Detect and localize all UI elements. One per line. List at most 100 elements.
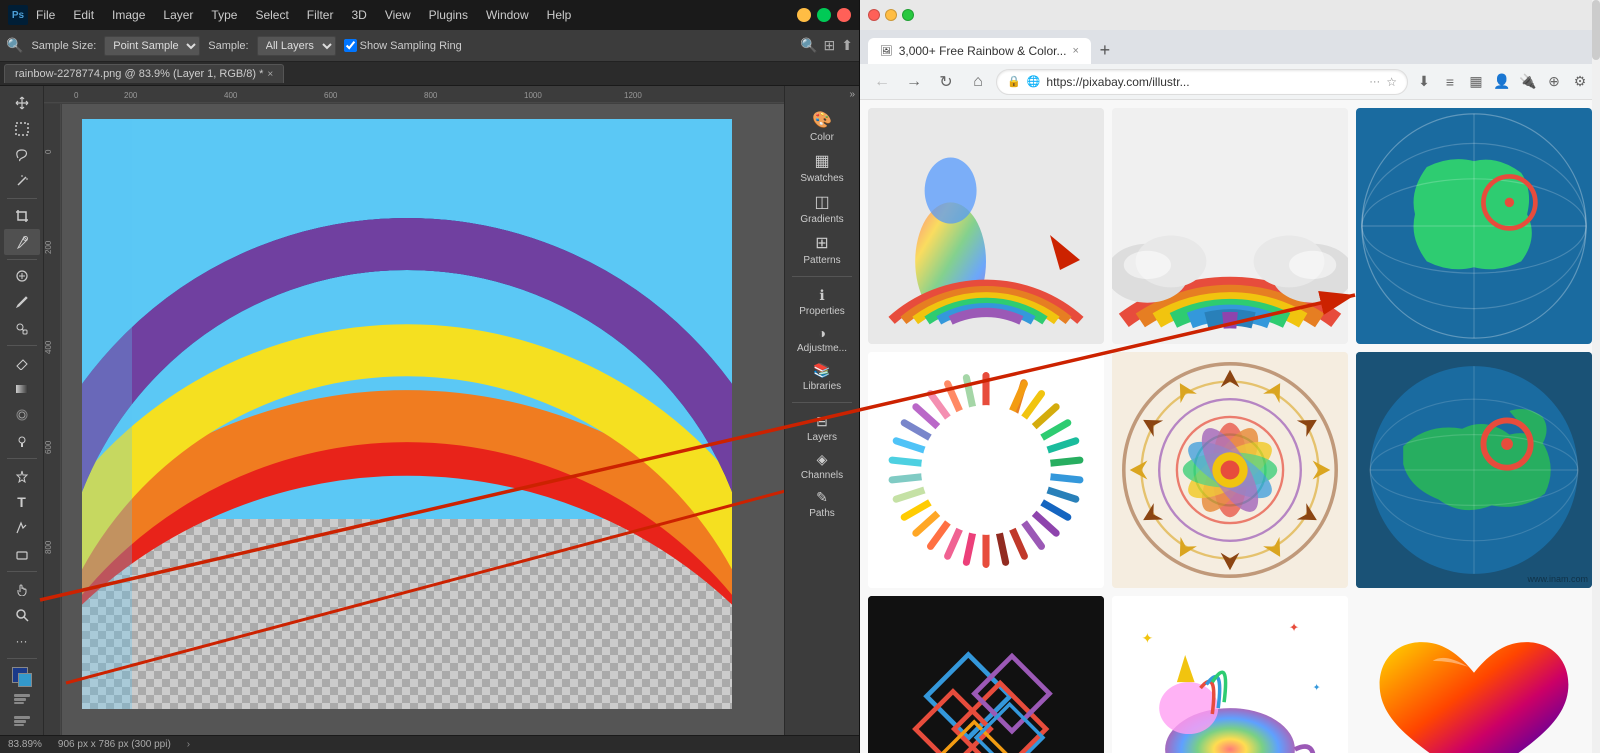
menu-file[interactable]: File [36,8,55,22]
move-tool-button[interactable] [4,90,40,115]
refresh-button[interactable]: ↻ [932,68,960,96]
ps-canvas-area[interactable]: 020040060080010001200 0 200 400 600 800 [44,86,784,735]
menu-view[interactable]: View [385,8,411,22]
browser-content[interactable]: www.inam.com [860,100,1600,753]
zoom-button[interactable] [4,602,40,627]
url-more-icon[interactable]: ··· [1369,76,1380,88]
fg-bg-color-swatch[interactable] [8,663,36,688]
gradient-button[interactable] [4,376,40,401]
ps-tab-name: rainbow-2278774.png @ 83.9% (Layer 1, RG… [15,68,263,80]
layer-comp-next[interactable] [8,711,36,731]
marquee-tool-button[interactable] [4,116,40,141]
show-sampling-label[interactable]: Show Sampling Ring [344,39,462,52]
ps-document-tab[interactable]: rainbow-2278774.png @ 83.9% (Layer 1, RG… [4,64,284,83]
clone-stamp-button[interactable] [4,316,40,341]
settings-icon-btn[interactable]: ⚙ [1568,70,1592,94]
brush-button[interactable] [4,290,40,315]
grid-image-dark-shapes[interactable] [868,596,1104,753]
url-bar[interactable]: 🔒 🌐 https://pixabay.com/illustr... ··· ☆ [996,69,1408,95]
menu-help[interactable]: Help [547,8,572,22]
layer-comp-prev[interactable] [8,689,36,709]
ps-maximize-button[interactable] [817,8,831,22]
grid-image-colorful-figure[interactable] [868,108,1104,344]
ps-main-area: T ··· [0,86,859,735]
swatches-panel-button[interactable]: ▦ Swatches [787,147,857,188]
layers-panel-button[interactable]: ⊟ Layers [787,409,857,447]
svg-text:1200: 1200 [624,91,642,100]
menu-image[interactable]: Image [112,8,145,22]
pen-button[interactable] [4,463,40,488]
path-select-button[interactable] [4,516,40,541]
ps-window-controls [797,8,851,22]
menu-edit[interactable]: Edit [73,8,94,22]
grid-image-unicorn[interactable]: ✦ ✦ ✦ ✦ [1112,596,1348,753]
browser-tab-active[interactable]: 🖼 3,000+ Free Rainbow & Color... × [868,38,1091,64]
browser-tab-close-icon[interactable]: × [1072,45,1078,57]
scrollbar-thumb[interactable] [1592,0,1600,60]
libraries-panel-button[interactable]: 📚 Libraries [787,358,857,396]
browser-scrollbar[interactable] [1592,0,1600,753]
canvas-scroll-area[interactable] [62,104,784,735]
menu-select[interactable]: Select [255,8,288,22]
search-icon[interactable]: 🔍 [800,37,817,54]
browser-menu-icon-btn[interactable]: ≡ [1438,70,1462,94]
patterns-panel-button[interactable]: ⊞ Patterns [787,229,857,270]
profile-icon-btn[interactable]: 👤 [1490,70,1514,94]
properties-panel-button[interactable]: ℹ Properties [787,283,857,321]
browser-max-button[interactable] [902,9,914,21]
menu-window[interactable]: Window [486,8,529,22]
sidebar-icon-btn[interactable]: ▦ [1464,70,1488,94]
color-panel-button[interactable]: 🎨 Color [787,106,857,147]
menu-type[interactable]: Type [211,8,237,22]
grid-image-heart[interactable] [1356,596,1592,753]
ps-minimize-button[interactable] [797,8,811,22]
grid-image-pencil-circle[interactable] [868,352,1104,588]
show-sampling-checkbox[interactable] [344,39,357,52]
grid-image-rainbow-clouds[interactable] [1112,108,1348,344]
eyedropper-button[interactable] [4,229,40,254]
menu-filter[interactable]: Filter [307,8,334,22]
bookmark-icon[interactable]: ☆ [1386,75,1397,89]
crop-tool-button[interactable] [4,203,40,228]
text-button[interactable]: T [4,489,40,514]
adjustments-panel-button[interactable]: ◑ Adjustme... [787,321,857,358]
menu-layer[interactable]: Layer [163,8,193,22]
paths-panel-button[interactable]: ✎ Paths [787,485,857,523]
ps-close-button[interactable] [837,8,851,22]
blur-button[interactable] [4,403,40,428]
lasso-tool-button[interactable] [4,143,40,168]
magic-wand-button[interactable] [4,169,40,194]
browser-min-button[interactable] [885,9,897,21]
extensions-icon-btn[interactable]: 🔌 [1516,70,1540,94]
grid-image-globe-detail[interactable]: www.inam.com [1356,352,1592,588]
browser-titlebar [860,0,1600,30]
share-icon[interactable]: ⬆ [841,37,853,54]
panel-collapse-icon[interactable]: » [849,89,855,100]
sample-select[interactable]: All Layers [257,36,336,56]
gradients-panel-button[interactable]: ◫ Gradients [787,188,857,229]
patterns-panel-icon: ⊞ [815,233,828,253]
more-tools-button[interactable]: ··· [4,629,40,654]
grid-image-globe[interactable] [1356,108,1592,344]
hand-button[interactable] [4,576,40,601]
back-button[interactable]: ← [868,68,896,96]
shape-button[interactable] [4,542,40,567]
browser-close-button[interactable] [868,9,880,21]
grid-image-mandala[interactable] [1112,352,1348,588]
home-button[interactable]: ⌂ [964,68,992,96]
ps-tab-close-icon[interactable]: × [267,69,273,80]
forward-button[interactable]: → [900,68,928,96]
channels-panel-button[interactable]: ◈ Channels [787,447,857,485]
dodge-button[interactable] [4,429,40,454]
download-icon-btn[interactable]: ⬇ [1412,70,1436,94]
menu-3d[interactable]: 3D [351,8,366,22]
options-right-icons: 🔍 ⊞ ⬆ [800,37,853,54]
sample-size-select[interactable]: Point Sample [104,36,200,56]
menu-plugins[interactable]: Plugins [429,8,468,22]
screen-mode-icon[interactable]: ⊞ [824,37,836,54]
url-prefix: 🌐 [1027,75,1041,88]
new-tab-button[interactable]: + [1091,36,1119,64]
eraser-button[interactable] [4,350,40,375]
zoom-browser-btn[interactable]: ⊕ [1542,70,1566,94]
healing-button[interactable] [4,263,40,288]
